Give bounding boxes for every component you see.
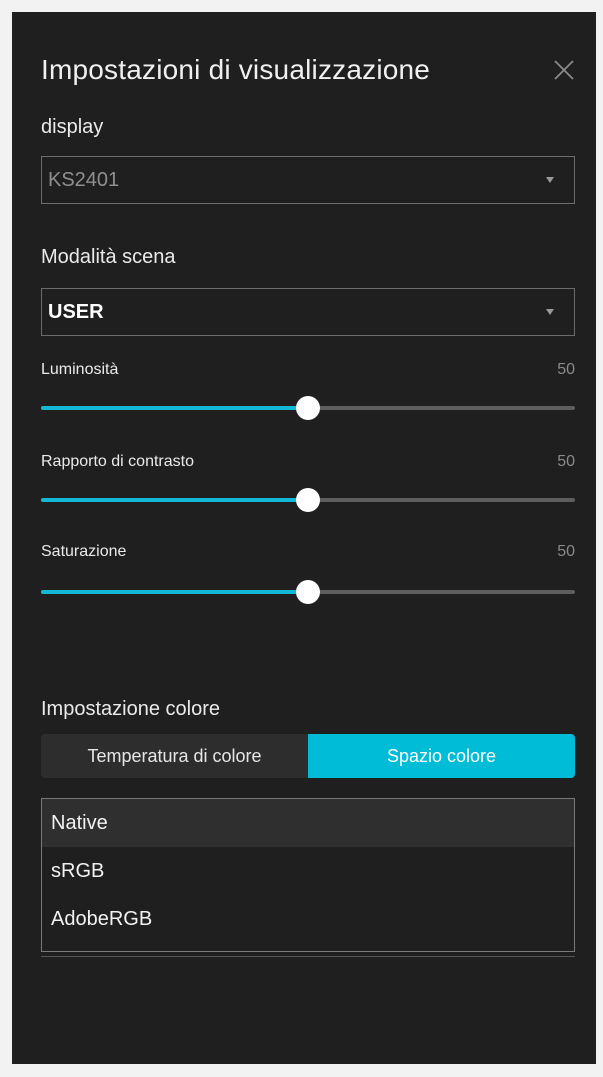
tab-color-space[interactable]: Spazio colore — [308, 734, 575, 778]
contrast-slider[interactable] — [41, 488, 575, 512]
display-select[interactable]: KS2401 — [41, 156, 575, 204]
scene-mode-label: Modalità scena — [41, 246, 176, 268]
scene-mode-select-value: USER — [48, 301, 104, 323]
tab-color-temperature[interactable]: Temperatura di colore — [41, 734, 308, 778]
list-item[interactable]: Native — [42, 799, 574, 847]
color-settings-label: Impostazione colore — [41, 698, 220, 720]
list-item[interactable]: AdobeRGB — [42, 895, 574, 943]
display-select-value: KS2401 — [48, 169, 120, 191]
display-label: display — [41, 116, 104, 138]
chevron-down-icon — [546, 309, 554, 315]
color-mode-tabs: Temperatura di colore Spazio colore — [41, 734, 575, 778]
slider-thumb[interactable] — [296, 580, 320, 604]
panel-title: Impostazioni di visualizzazione — [41, 54, 431, 85]
contrast-value: 50 — [557, 453, 575, 470]
chevron-down-icon — [546, 177, 554, 183]
display-settings-panel: Impostazioni di visualizzazione display … — [12, 12, 596, 1064]
slider-thumb[interactable] — [296, 396, 320, 420]
slider-fill — [41, 498, 308, 502]
close-button[interactable] — [552, 58, 576, 82]
saturation-value: 50 — [557, 543, 575, 560]
divider — [41, 956, 575, 957]
saturation-slider[interactable] — [41, 580, 575, 604]
color-space-list: Native sRGB AdobeRGB — [41, 798, 575, 952]
contrast-label: Rapporto di contrasto — [41, 453, 194, 470]
brightness-slider[interactable] — [41, 396, 575, 420]
saturation-label: Saturazione — [41, 543, 127, 560]
scene-mode-select[interactable]: USER — [41, 288, 575, 336]
slider-fill — [41, 406, 308, 410]
slider-thumb[interactable] — [296, 488, 320, 512]
brightness-value: 50 — [557, 361, 575, 378]
close-icon — [554, 60, 574, 80]
brightness-label: Luminosità — [41, 361, 119, 378]
list-item[interactable]: sRGB — [42, 847, 574, 895]
slider-fill — [41, 590, 308, 594]
